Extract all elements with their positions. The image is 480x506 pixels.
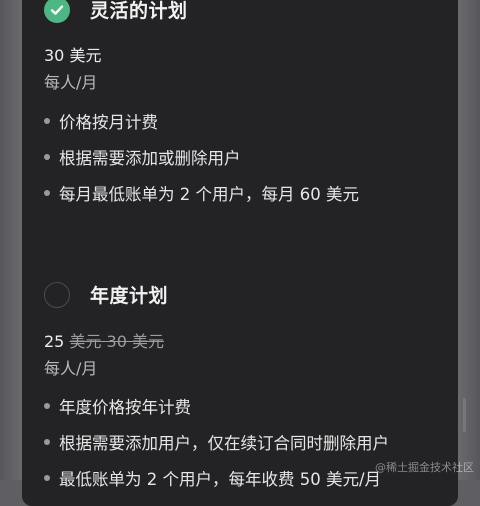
plan-title: 年度计划 (90, 281, 168, 308)
plan-price: 25 美元 30 美元 (44, 328, 164, 352)
plan-flexible-features: 价格按月计费 根据需要添加或删除用户 每月最低账单为 2 个用户，每月 60 美… (44, 103, 454, 211)
bullet-dot (44, 475, 50, 481)
plan-period: 每人/月 (44, 355, 97, 379)
list-item: 根据需要添加或删除用户 (44, 139, 454, 175)
list-item: 价格按月计费 (44, 103, 454, 139)
plan-price: 30 美元 (44, 42, 101, 66)
list-item: 根据需要添加用户，仅在续订合同时删除用户 (44, 424, 454, 460)
price-current: 25 (44, 332, 64, 351)
pricing-card: 灵活的计划 30 美元 每人/月 价格按月计费 根据需要添加或删除用户 每月最低… (22, 0, 458, 506)
plan-flexible-option[interactable]: 灵活的计划 (44, 0, 188, 23)
bullet-dot (44, 403, 50, 409)
bullet-dot (44, 439, 50, 445)
backdrop-left (0, 0, 22, 480)
bullet-dot (44, 190, 50, 196)
price-current: 30 美元 (44, 46, 101, 65)
watermark: @稀土掘金技术社区 (375, 459, 474, 475)
backdrop-right (458, 0, 480, 480)
price-original-struck: 美元 30 美元 (69, 332, 164, 351)
plan-annual-option[interactable]: 年度计划 (44, 281, 168, 308)
bullet-dot (44, 118, 50, 124)
check-circle-icon[interactable] (44, 0, 70, 23)
empty-radio-icon[interactable] (44, 282, 70, 308)
bullet-dot (44, 154, 50, 160)
plan-title: 灵活的计划 (90, 0, 188, 23)
list-item: 年度价格按年计费 (44, 388, 454, 424)
list-item: 每月最低账单为 2 个用户，每月 60 美元 (44, 175, 454, 211)
plan-period: 每人/月 (44, 69, 97, 93)
scroll-indicator[interactable] (463, 398, 466, 432)
